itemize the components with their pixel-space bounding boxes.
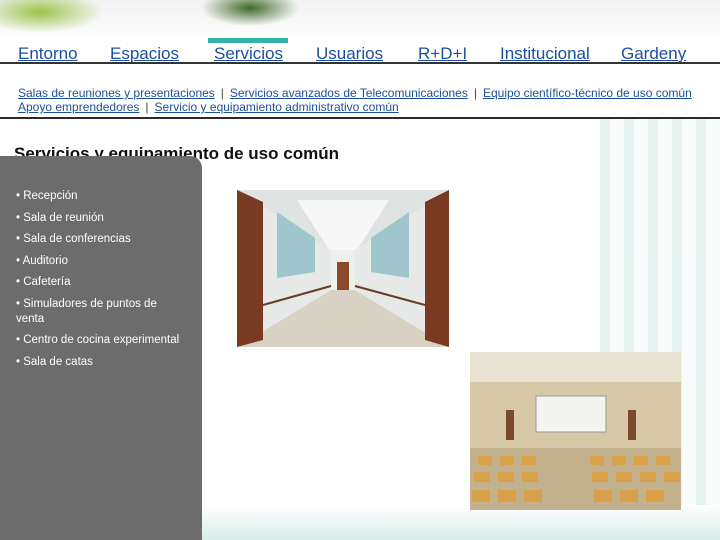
services-list: • Recepción • Sala de reunión • Sala de …: [16, 189, 186, 376]
nav-item-servicios[interactable]: Servicios: [214, 44, 283, 64]
nav-item-usuarios[interactable]: Usuarios: [316, 44, 383, 64]
list-item: • Simuladores de puntos de venta: [16, 297, 157, 325]
subnav-link-apoyo-emprendedores[interactable]: Apoyo emprendedores: [18, 100, 139, 114]
sub-nav-row: Salas de reuniones y presentaciones | Serv…: [18, 86, 718, 100]
corridor-photo: [237, 190, 449, 347]
conference-hall-photo: [470, 352, 681, 510]
sub-nav: Salas de reuniones y presentaciones | Serv…: [18, 86, 718, 114]
footer-background: [200, 505, 720, 540]
list-item: • Centro de cocina experimental: [16, 334, 180, 346]
subnav-link-telecomunicaciones[interactable]: Servicios avanzados de Telecomunicacione…: [230, 86, 468, 100]
nav-item-rdi[interactable]: R+D+I: [418, 44, 467, 64]
nav-item-gardeny[interactable]: Gardeny: [621, 44, 686, 64]
nav-item-espacios[interactable]: Espacios: [110, 44, 179, 64]
nav-divider: [0, 62, 720, 64]
list-item: • Auditorio: [16, 254, 68, 267]
list-item: • Sala de conferencias: [16, 233, 131, 245]
sub-nav-divider: [0, 117, 720, 119]
nav-item-entorno[interactable]: Entorno: [18, 44, 78, 64]
list-item: • Sala de catas: [16, 355, 93, 368]
subnav-separator: |: [220, 86, 224, 100]
sub-nav-row: Apoyo emprendedores | Servicio y equipamie…: [18, 100, 718, 114]
services-panel: • Recepción • Sala de reunión • Sala de …: [0, 156, 202, 540]
list-item: • Cafetería: [16, 276, 71, 288]
list-item: • Sala de reunión: [16, 211, 104, 224]
subnav-link-equipamiento-administrativo[interactable]: Servicio y equipamiento administrativo c…: [155, 100, 399, 114]
subnav-separator: |: [473, 86, 477, 100]
subnav-link-equipo-cientifico[interactable]: Equipo científico-técnico de uso común: [483, 86, 692, 100]
active-tab-indicator: [208, 38, 288, 43]
nav-item-institucional[interactable]: Institucional: [500, 44, 590, 64]
list-item: • Recepción: [16, 190, 78, 202]
subnav-separator: |: [145, 100, 149, 114]
subnav-link-salas-reuniones[interactable]: Salas de reuniones y presentaciones: [18, 86, 215, 100]
